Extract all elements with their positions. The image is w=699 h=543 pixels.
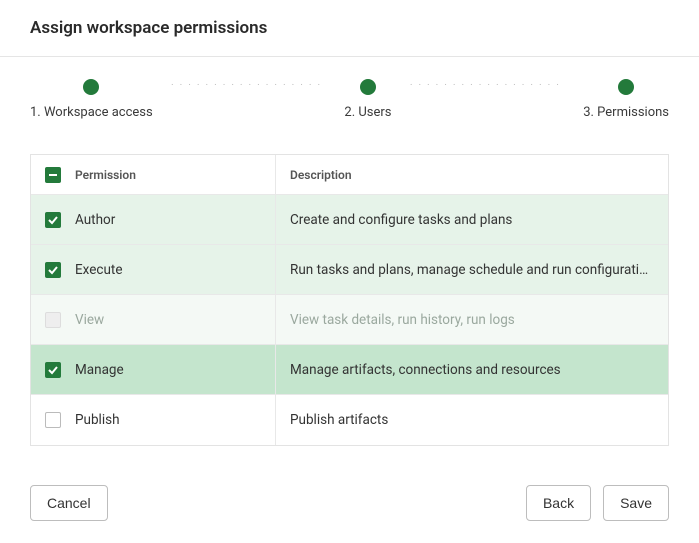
step-separator: ·················· bbox=[392, 80, 584, 119]
permission-name: Manage bbox=[75, 362, 275, 378]
table-row[interactable]: Publish Publish artifacts bbox=[31, 395, 668, 445]
row-checkbox[interactable] bbox=[45, 362, 61, 378]
save-button[interactable]: Save bbox=[603, 485, 669, 521]
table-header-row: Permission Description bbox=[31, 155, 668, 195]
step-separator: ·················· bbox=[153, 80, 345, 119]
back-button[interactable]: Back bbox=[526, 485, 591, 521]
step-1[interactable]: 1. Workspace access bbox=[30, 79, 153, 120]
table-row[interactable]: Execute Run tasks and plans, manage sche… bbox=[31, 245, 668, 295]
step-2[interactable]: 2. Users bbox=[344, 79, 391, 120]
row-checkbox[interactable] bbox=[45, 412, 61, 428]
permission-name: Author bbox=[75, 212, 275, 228]
cancel-button[interactable]: Cancel bbox=[30, 485, 108, 521]
check-icon bbox=[47, 364, 59, 376]
check-icon bbox=[47, 264, 59, 276]
permissions-table: Permission Description Author Create and… bbox=[30, 154, 669, 446]
modal-footer: Cancel Back Save bbox=[0, 467, 699, 543]
table-row[interactable]: Author Create and configure tasks and pl… bbox=[31, 195, 668, 245]
table-row: View View task details, run history, run… bbox=[31, 295, 668, 345]
column-header-permission[interactable]: Permission bbox=[75, 158, 275, 192]
permission-name: Publish bbox=[75, 412, 275, 428]
permission-description: Create and configure tasks and plans bbox=[275, 195, 668, 244]
step-label: 3. Permissions bbox=[583, 105, 669, 120]
step-circle-icon bbox=[83, 79, 99, 95]
stepper: 1. Workspace access ·················· 2… bbox=[0, 57, 699, 130]
permission-description: Run tasks and plans, manage schedule and… bbox=[275, 245, 668, 294]
step-label: 2. Users bbox=[344, 105, 391, 120]
permission-description: Publish artifacts bbox=[275, 395, 668, 445]
minus-icon bbox=[48, 170, 58, 180]
permission-name: View bbox=[75, 312, 275, 328]
permission-description: View task details, run history, run logs bbox=[275, 295, 668, 344]
column-header-description[interactable]: Description bbox=[275, 155, 668, 194]
row-checkbox[interactable] bbox=[45, 262, 61, 278]
modal-title: Assign workspace permissions bbox=[0, 0, 699, 57]
step-circle-icon bbox=[618, 79, 634, 95]
step-3[interactable]: 3. Permissions bbox=[583, 79, 669, 120]
check-icon bbox=[47, 214, 59, 226]
step-label: 1. Workspace access bbox=[30, 105, 153, 120]
row-checkbox bbox=[45, 312, 61, 328]
step-circle-icon bbox=[360, 79, 376, 95]
permission-description: Manage artifacts, connections and resour… bbox=[275, 345, 668, 394]
row-checkbox[interactable] bbox=[45, 212, 61, 228]
table-row[interactable]: Manage Manage artifacts, connections and… bbox=[31, 345, 668, 395]
permission-name: Execute bbox=[75, 262, 275, 278]
select-all-checkbox[interactable] bbox=[45, 167, 61, 183]
